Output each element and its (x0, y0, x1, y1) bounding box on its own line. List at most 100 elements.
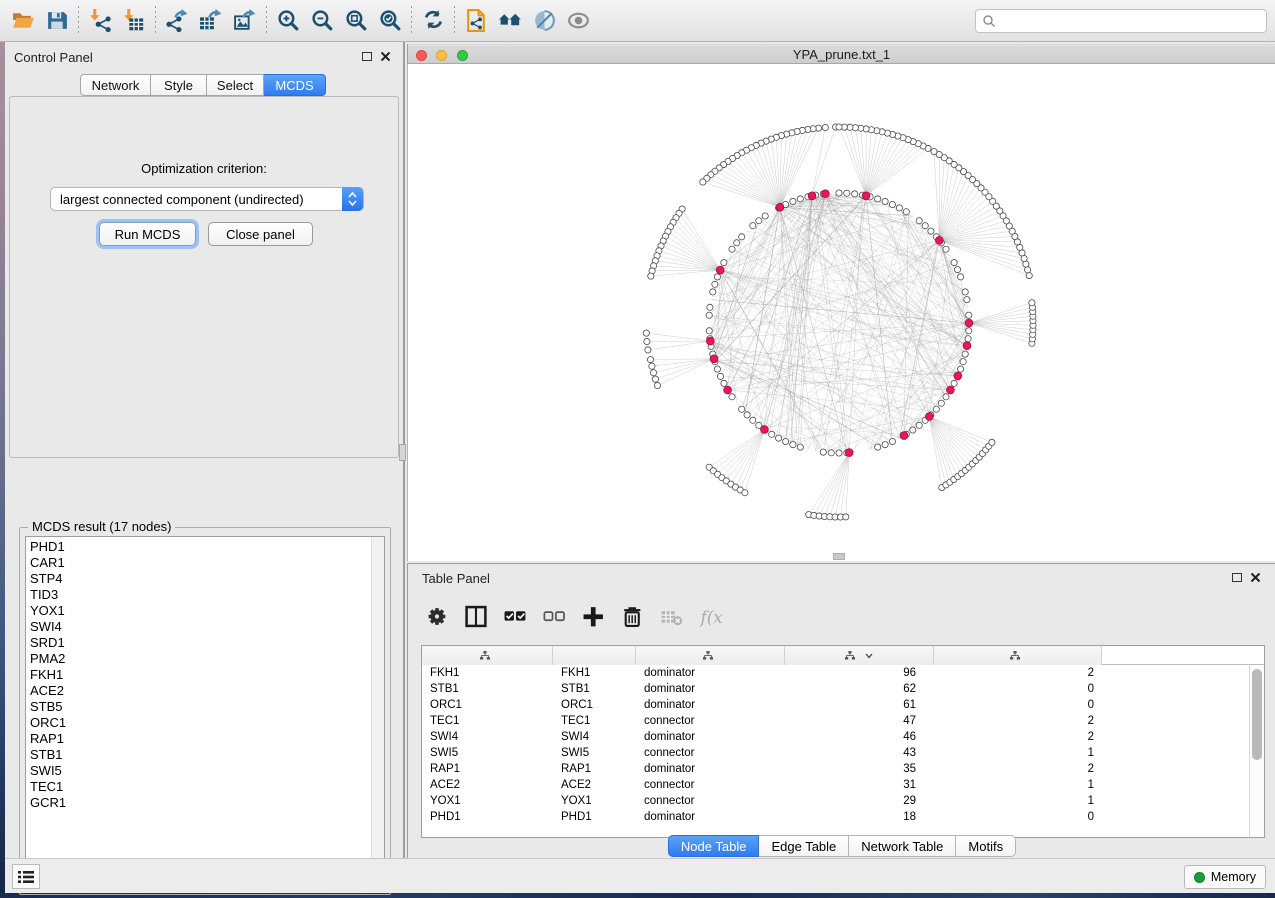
select-all-button[interactable] (502, 603, 528, 629)
mcds-result-item[interactable]: PMA2 (26, 651, 384, 667)
cell-shared-name[interactable]: PHD1 (422, 809, 553, 825)
network-canvas[interactable] (407, 64, 1275, 561)
import-table-button[interactable] (117, 4, 151, 38)
cell-MCDS-role[interactable]: connector (636, 713, 785, 729)
open-button[interactable] (6, 4, 40, 38)
mcds-result-item[interactable]: TEC1 (26, 779, 384, 795)
cell-shared-name[interactable]: RAP1 (422, 761, 553, 777)
table-row[interactable]: STB1STB1dominator620 (422, 681, 1264, 697)
cell-shared-name[interactable]: STB1 (422, 681, 553, 697)
mcds-result-list[interactable]: PHD1CAR1STP4TID3YOX1SWI4SRD1PMA2FKH1ACE2… (25, 536, 385, 889)
close-panel-button[interactable]: Close panel (208, 222, 313, 246)
cell-predecessor-nodes[interactable]: 2 (934, 713, 1102, 729)
cell-name[interactable]: ACE2 (553, 777, 636, 793)
cell-MCDS-role[interactable]: dominator (636, 729, 785, 745)
cell-MCDS-role[interactable]: dominator (636, 665, 785, 681)
cell-MCDS-role[interactable]: connector (636, 745, 785, 761)
export-network-button[interactable] (160, 4, 194, 38)
close-panel-icon[interactable] (380, 51, 391, 62)
table-row[interactable]: SWI5SWI5connector431 (422, 745, 1264, 761)
cell-predecessor-nodes[interactable]: 2 (934, 761, 1102, 777)
cell-name[interactable]: SWI5 (553, 745, 636, 761)
tab-style[interactable]: Style (151, 74, 207, 96)
export-table-button[interactable] (194, 4, 228, 38)
cell-predecessor-nodes[interactable]: 0 (934, 681, 1102, 697)
table-vscroll-thumb[interactable] (1252, 669, 1262, 760)
table-options-gear-button[interactable] (424, 603, 450, 629)
cell-successor-nodes[interactable]: 18 (785, 809, 934, 825)
cell-predecessor-nodes[interactable]: 1 (934, 793, 1102, 809)
network-graph[interactable] (408, 64, 1275, 561)
table-row[interactable]: SWI4SWI4dominator462 (422, 729, 1264, 745)
cell-name[interactable]: SWI4 (553, 729, 636, 745)
tab-motifs[interactable]: Motifs (956, 835, 1016, 857)
tab-edge-table[interactable]: Edge Table (759, 835, 849, 857)
cell-shared-name[interactable]: TEC1 (422, 713, 553, 729)
cell-successor-nodes[interactable]: 29 (785, 793, 934, 809)
hide-details-button[interactable] (527, 4, 561, 38)
cell-successor-nodes[interactable]: 35 (785, 761, 934, 777)
table-row[interactable]: ORC1ORC1dominator610 (422, 697, 1264, 713)
mcds-result-item[interactable]: SWI5 (26, 763, 384, 779)
cell-successor-nodes[interactable]: 46 (785, 729, 934, 745)
table-row[interactable]: TEC1TEC1connector472 (422, 713, 1264, 729)
mcds-list-scrollbar[interactable] (371, 537, 384, 888)
tab-mcds[interactable]: MCDS (264, 74, 326, 96)
criterion-dropdown[interactable]: largest connected component (undirected) (50, 187, 364, 211)
column-header-shared-name[interactable] (422, 646, 553, 665)
mcds-result-item[interactable]: PHD1 (26, 539, 384, 555)
deselect-all-button[interactable] (541, 603, 567, 629)
mcds-result-item[interactable]: STB1 (26, 747, 384, 763)
export-image-button[interactable] (228, 4, 262, 38)
table-row[interactable]: ACE2ACE2connector311 (422, 777, 1264, 793)
mcds-result-item[interactable]: YOX1 (26, 603, 384, 619)
cell-predecessor-nodes[interactable]: 2 (934, 665, 1102, 681)
mcds-result-item[interactable]: RAP1 (26, 731, 384, 747)
cell-successor-nodes[interactable]: 61 (785, 697, 934, 713)
zoom-in-button[interactable] (271, 4, 305, 38)
column-layout-button[interactable] (463, 603, 489, 629)
cell-successor-nodes[interactable]: 62 (785, 681, 934, 697)
table-row[interactable]: YOX1YOX1connector291 (422, 793, 1264, 809)
mcds-result-item[interactable]: FKH1 (26, 667, 384, 683)
close-table-panel-icon[interactable] (1250, 572, 1261, 583)
cell-name[interactable]: RAP1 (553, 761, 636, 777)
tab-network-table[interactable]: Network Table (849, 835, 956, 857)
mcds-result-item[interactable]: STP4 (26, 571, 384, 587)
cell-name[interactable]: TEC1 (553, 713, 636, 729)
cell-name[interactable]: STB1 (553, 681, 636, 697)
cell-name[interactable]: ORC1 (553, 697, 636, 713)
float-table-panel-icon[interactable] (1232, 573, 1242, 582)
cell-name[interactable]: YOX1 (553, 793, 636, 809)
run-mcds-button[interactable]: Run MCDS (99, 222, 196, 246)
mcds-result-item[interactable]: SRD1 (26, 635, 384, 651)
zoom-fit-button[interactable] (339, 4, 373, 38)
zoom-out-button[interactable] (305, 4, 339, 38)
cell-name[interactable]: PHD1 (553, 809, 636, 825)
search-input[interactable] (996, 14, 1266, 28)
cell-MCDS-role[interactable]: dominator (636, 809, 785, 825)
cell-name[interactable]: FKH1 (553, 665, 636, 681)
cell-shared-name[interactable]: ORC1 (422, 697, 553, 713)
table-vscrollbar[interactable] (1249, 665, 1264, 837)
cell-MCDS-role[interactable]: connector (636, 777, 785, 793)
mcds-result-item[interactable]: GCR1 (26, 795, 384, 811)
cell-MCDS-role[interactable]: connector (636, 793, 785, 809)
tab-node-table[interactable]: Node Table (668, 835, 760, 857)
cell-MCDS-role[interactable]: dominator (636, 761, 785, 777)
cell-shared-name[interactable]: FKH1 (422, 665, 553, 681)
mcds-result-item[interactable]: CAR1 (26, 555, 384, 571)
column-header-name[interactable] (553, 646, 636, 665)
refresh-layout-button[interactable] (416, 4, 450, 38)
cell-predecessor-nodes[interactable]: 0 (934, 809, 1102, 825)
delete-column-button[interactable] (619, 603, 645, 629)
cell-MCDS-role[interactable]: dominator (636, 697, 785, 713)
mcds-result-item[interactable]: TID3 (26, 587, 384, 603)
cell-shared-name[interactable]: YOX1 (422, 793, 553, 809)
cell-predecessor-nodes[interactable]: 2 (934, 729, 1102, 745)
table-row[interactable]: PHD1PHD1dominator180 (422, 809, 1264, 825)
task-history-button[interactable] (12, 864, 40, 889)
add-column-button[interactable] (580, 603, 606, 629)
save-button[interactable] (40, 4, 74, 38)
network-hscroll-thumb[interactable] (833, 553, 845, 560)
